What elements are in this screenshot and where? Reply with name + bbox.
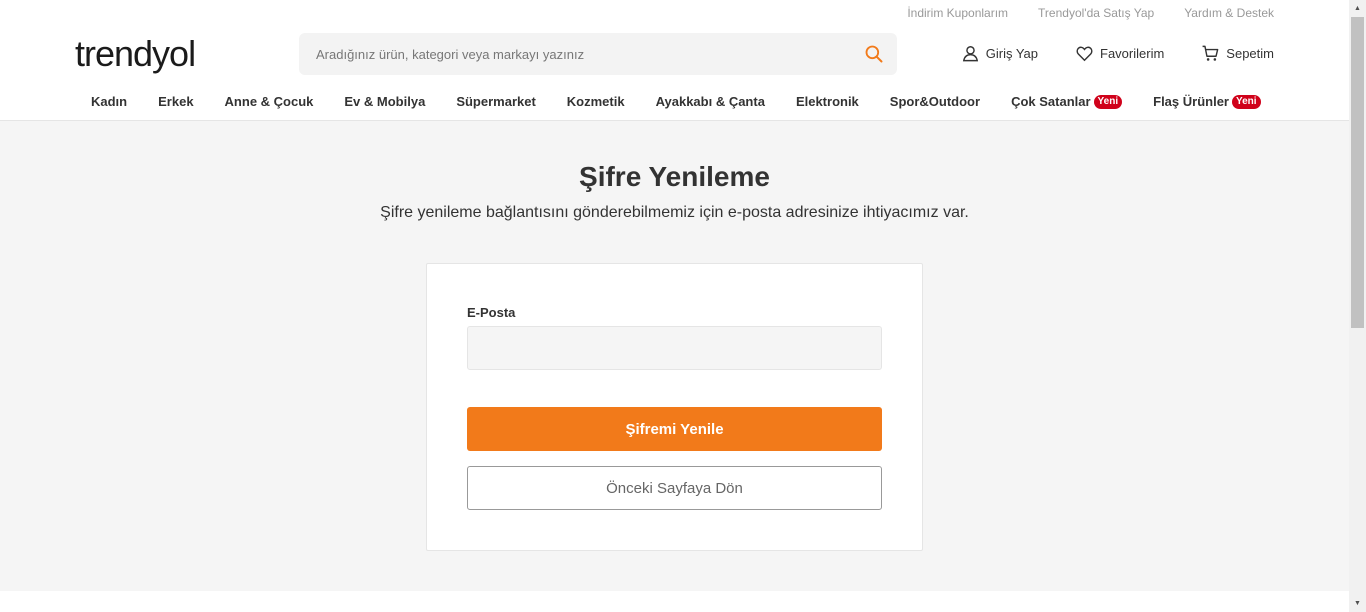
email-field[interactable] <box>467 326 882 370</box>
category-kozmetik[interactable]: Kozmetik <box>567 94 625 109</box>
page: İndirim Kuponlarım Trendyol'da Satış Yap… <box>0 0 1349 612</box>
user-nav: Giriş Yap Favorilerim Sepetim <box>961 44 1274 63</box>
reset-password-button[interactable]: Şifremi Yenile <box>467 407 882 451</box>
password-reset-form: E-Posta Şifremi Yenile Önceki Sayfaya Dö… <box>426 263 923 551</box>
category-erkek[interactable]: Erkek <box>158 94 193 109</box>
category-kadin[interactable]: Kadın <box>91 94 127 109</box>
category-anne-cocuk[interactable]: Anne & Çocuk <box>225 94 314 109</box>
cart-icon <box>1202 45 1219 61</box>
email-label: E-Posta <box>467 305 516 320</box>
category-ayakkabi-canta[interactable]: Ayakkabı & Çanta <box>656 94 765 109</box>
category-flas-urunler[interactable]: Flaş Ürünler Yeni <box>1153 94 1261 109</box>
scroll-up-arrow-icon[interactable]: ▲ <box>1349 0 1366 17</box>
search-input[interactable] <box>316 46 856 62</box>
favorites-button[interactable]: Favorilerim <box>1075 44 1164 63</box>
help-support-link[interactable]: Yardım & Destek <box>1184 6 1274 20</box>
scroll-down-arrow-icon[interactable]: ▼ <box>1349 595 1366 612</box>
category-spor-outdoor[interactable]: Spor&Outdoor <box>890 94 980 109</box>
trendyol-logo[interactable]: trendyol <box>75 33 196 75</box>
page-title: Şifre Yenileme <box>579 161 770 192</box>
coupons-link[interactable]: İndirim Kuponlarım <box>907 6 1008 20</box>
vertical-scrollbar[interactable]: ▲ ▼ <box>1349 0 1366 612</box>
search-icon[interactable] <box>864 44 884 64</box>
page-subtitle: Şifre yenileme bağlantısını gönderebilme… <box>380 204 969 221</box>
new-badge: Yeni <box>1093 94 1123 109</box>
new-badge: Yeni <box>1231 94 1261 109</box>
scroll-thumb[interactable] <box>1351 17 1364 328</box>
footer-strip <box>0 591 1349 612</box>
main-content: Şifre Yenileme Şifre yenileme bağlantısı… <box>0 121 1349 591</box>
category-ev-mobilya[interactable]: Ev & Mobilya <box>344 94 425 109</box>
cart-label: Sepetim <box>1226 46 1274 61</box>
user-icon <box>962 46 978 62</box>
category-elektronik[interactable]: Elektronik <box>796 94 859 109</box>
back-button[interactable]: Önceki Sayfaya Dön <box>467 466 882 510</box>
category-cok-satanlar[interactable]: Çok Satanlar Yeni <box>1011 94 1123 109</box>
sell-on-trendyol-link[interactable]: Trendyol'da Satış Yap <box>1038 6 1154 20</box>
category-nav: Kadın Erkek Anne & Çocuk Ev & Mobilya Sü… <box>91 94 1261 109</box>
top-utility-bar: İndirim Kuponlarım Trendyol'da Satış Yap… <box>907 6 1274 20</box>
category-supermarket[interactable]: Süpermarket <box>456 94 535 109</box>
cart-button[interactable]: Sepetim <box>1201 44 1274 63</box>
heart-icon <box>1076 46 1093 62</box>
login-label: Giriş Yap <box>985 46 1038 61</box>
favorites-label: Favorilerim <box>1100 46 1165 61</box>
search-bar <box>299 33 897 75</box>
login-button[interactable]: Giriş Yap <box>961 44 1038 63</box>
